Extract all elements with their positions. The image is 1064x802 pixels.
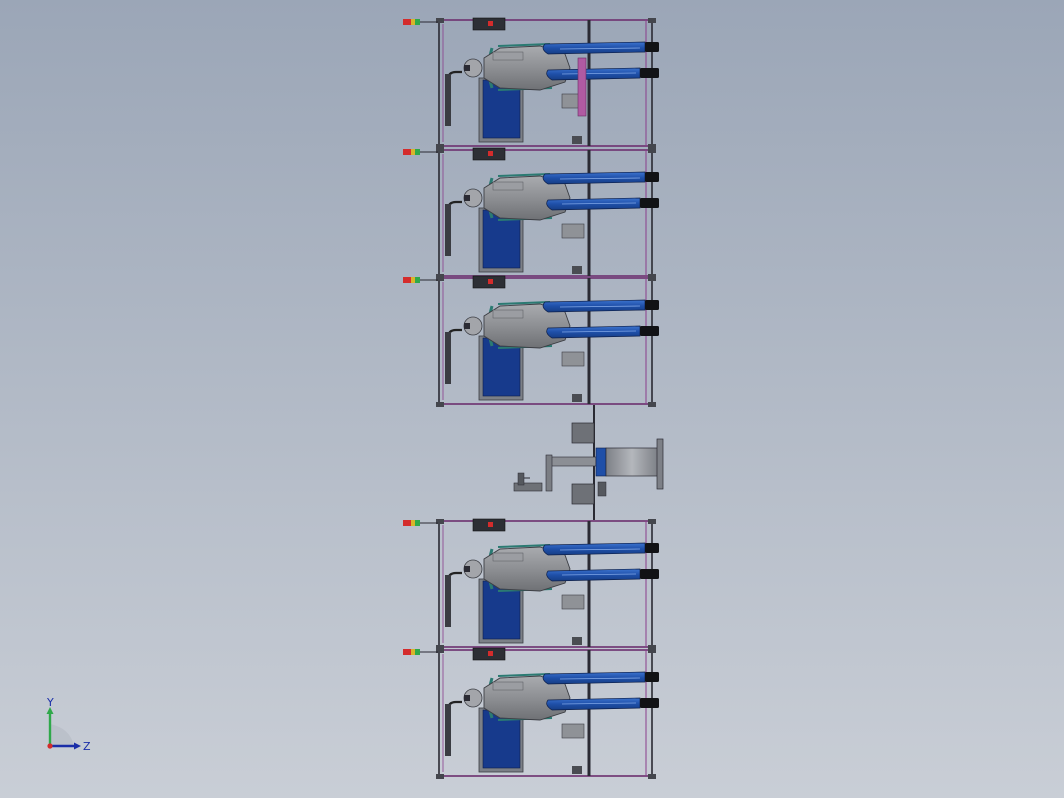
station-foot-2 xyxy=(648,18,656,23)
signal-lamp-red xyxy=(403,149,407,155)
signal-lamp-red xyxy=(403,649,407,655)
station-foot-2 xyxy=(648,519,656,524)
assembly-top-view[interactable] xyxy=(0,0,1064,798)
signal-lamp-yellow xyxy=(411,149,415,155)
side-cable-sleeve xyxy=(445,575,451,627)
robot-arm-lower xyxy=(546,568,641,582)
center-motor-blue xyxy=(595,447,607,477)
center-small-part xyxy=(597,481,607,497)
y-axis-label: Y xyxy=(46,698,54,709)
z-axis-arrow xyxy=(74,742,81,750)
divider-bracket xyxy=(561,351,585,367)
control-box-indicator xyxy=(488,279,493,284)
robot-arm-lower-tool xyxy=(640,569,659,579)
triad-origin xyxy=(47,743,53,749)
robot-head-sensor xyxy=(464,65,470,71)
signal-lamp-green xyxy=(415,649,420,655)
magenta-fixture xyxy=(577,57,587,117)
signal-lamp-red xyxy=(403,277,407,283)
control-box-indicator xyxy=(488,151,493,156)
signal-lamp-green xyxy=(415,149,420,155)
robot-arm-lower-tool xyxy=(640,68,659,78)
signal-lamp-red-2 xyxy=(407,19,411,25)
center-shaft-end xyxy=(545,454,553,492)
signal-lamp-red xyxy=(403,520,407,526)
robot-head-sensor xyxy=(464,323,470,329)
control-box-indicator xyxy=(488,651,493,656)
robot-arm-lower xyxy=(546,697,641,711)
signal-lamp-yellow xyxy=(411,649,415,655)
signal-lamp-red-2 xyxy=(407,649,411,655)
control-box-indicator xyxy=(488,21,493,26)
robot-arm-lower xyxy=(546,325,641,339)
station-foot-3 xyxy=(436,774,444,779)
robot-arm-upper-tool xyxy=(645,172,659,182)
signal-lamp-green xyxy=(415,520,420,526)
floor-clamp xyxy=(572,136,582,144)
center-cylinder-flange xyxy=(656,438,664,490)
station-foot-3 xyxy=(436,402,444,407)
station-foot-4 xyxy=(648,402,656,407)
signal-lamp-yellow xyxy=(411,277,415,283)
robot-head-sensor xyxy=(464,566,470,572)
signal-lamp-green xyxy=(415,19,420,25)
divider-bracket xyxy=(561,594,585,610)
robot-arm-upper-tool xyxy=(645,543,659,553)
robot-head-sensor xyxy=(464,195,470,201)
robot-shoulder-plate xyxy=(492,309,524,319)
robot-shoulder-plate xyxy=(492,552,524,562)
signal-lamp-red-2 xyxy=(407,149,411,155)
robot-shoulder-plate xyxy=(492,181,524,191)
signal-lamp-red xyxy=(403,19,407,25)
robot-arm-lower xyxy=(546,67,641,81)
center-bracket-post xyxy=(517,472,525,486)
coordinate-triad-icon: Y Z xyxy=(46,698,91,753)
center-cylinder xyxy=(605,447,659,477)
signal-lamp-yellow xyxy=(411,520,415,526)
side-cable-sleeve xyxy=(445,74,451,126)
station-foot-2 xyxy=(648,148,656,153)
center-shaft xyxy=(549,456,597,467)
cad-graphics-viewport[interactable]: Y Z xyxy=(0,0,1064,798)
signal-lamp-green xyxy=(415,277,420,283)
signal-lamp-red-2 xyxy=(407,520,411,526)
robot-arm-lower-tool xyxy=(640,698,659,708)
z-axis-label: Z xyxy=(83,740,91,753)
robot-arm-upper-tool xyxy=(645,300,659,310)
signal-lamp-yellow xyxy=(411,19,415,25)
robot-arm-lower-tool xyxy=(640,198,659,208)
robot-arm-upper-tool xyxy=(645,672,659,682)
center-block-bottom xyxy=(571,483,595,505)
side-cable-sleeve xyxy=(445,704,451,756)
signal-lamp-red-2 xyxy=(407,277,411,283)
robot-arm-lower-tool xyxy=(640,326,659,336)
divider-bracket xyxy=(561,723,585,739)
robot-shoulder-plate xyxy=(492,681,524,691)
center-block-top xyxy=(571,422,595,444)
robot-arm-lower xyxy=(546,197,641,211)
control-box-indicator xyxy=(488,522,493,527)
robot-head-sensor xyxy=(464,695,470,701)
station-foot-2 xyxy=(648,276,656,281)
station-foot-2 xyxy=(648,648,656,653)
floor-clamp xyxy=(572,266,582,274)
side-cable-sleeve xyxy=(445,204,451,256)
triad-plane-wedge xyxy=(50,724,74,746)
floor-clamp xyxy=(572,766,582,774)
divider-bracket xyxy=(561,223,585,239)
station-foot-4 xyxy=(648,774,656,779)
floor-clamp xyxy=(572,394,582,402)
side-cable-sleeve xyxy=(445,332,451,384)
robot-shoulder-plate xyxy=(492,51,524,61)
robot-arm-upper-tool xyxy=(645,42,659,52)
floor-clamp xyxy=(572,637,582,645)
